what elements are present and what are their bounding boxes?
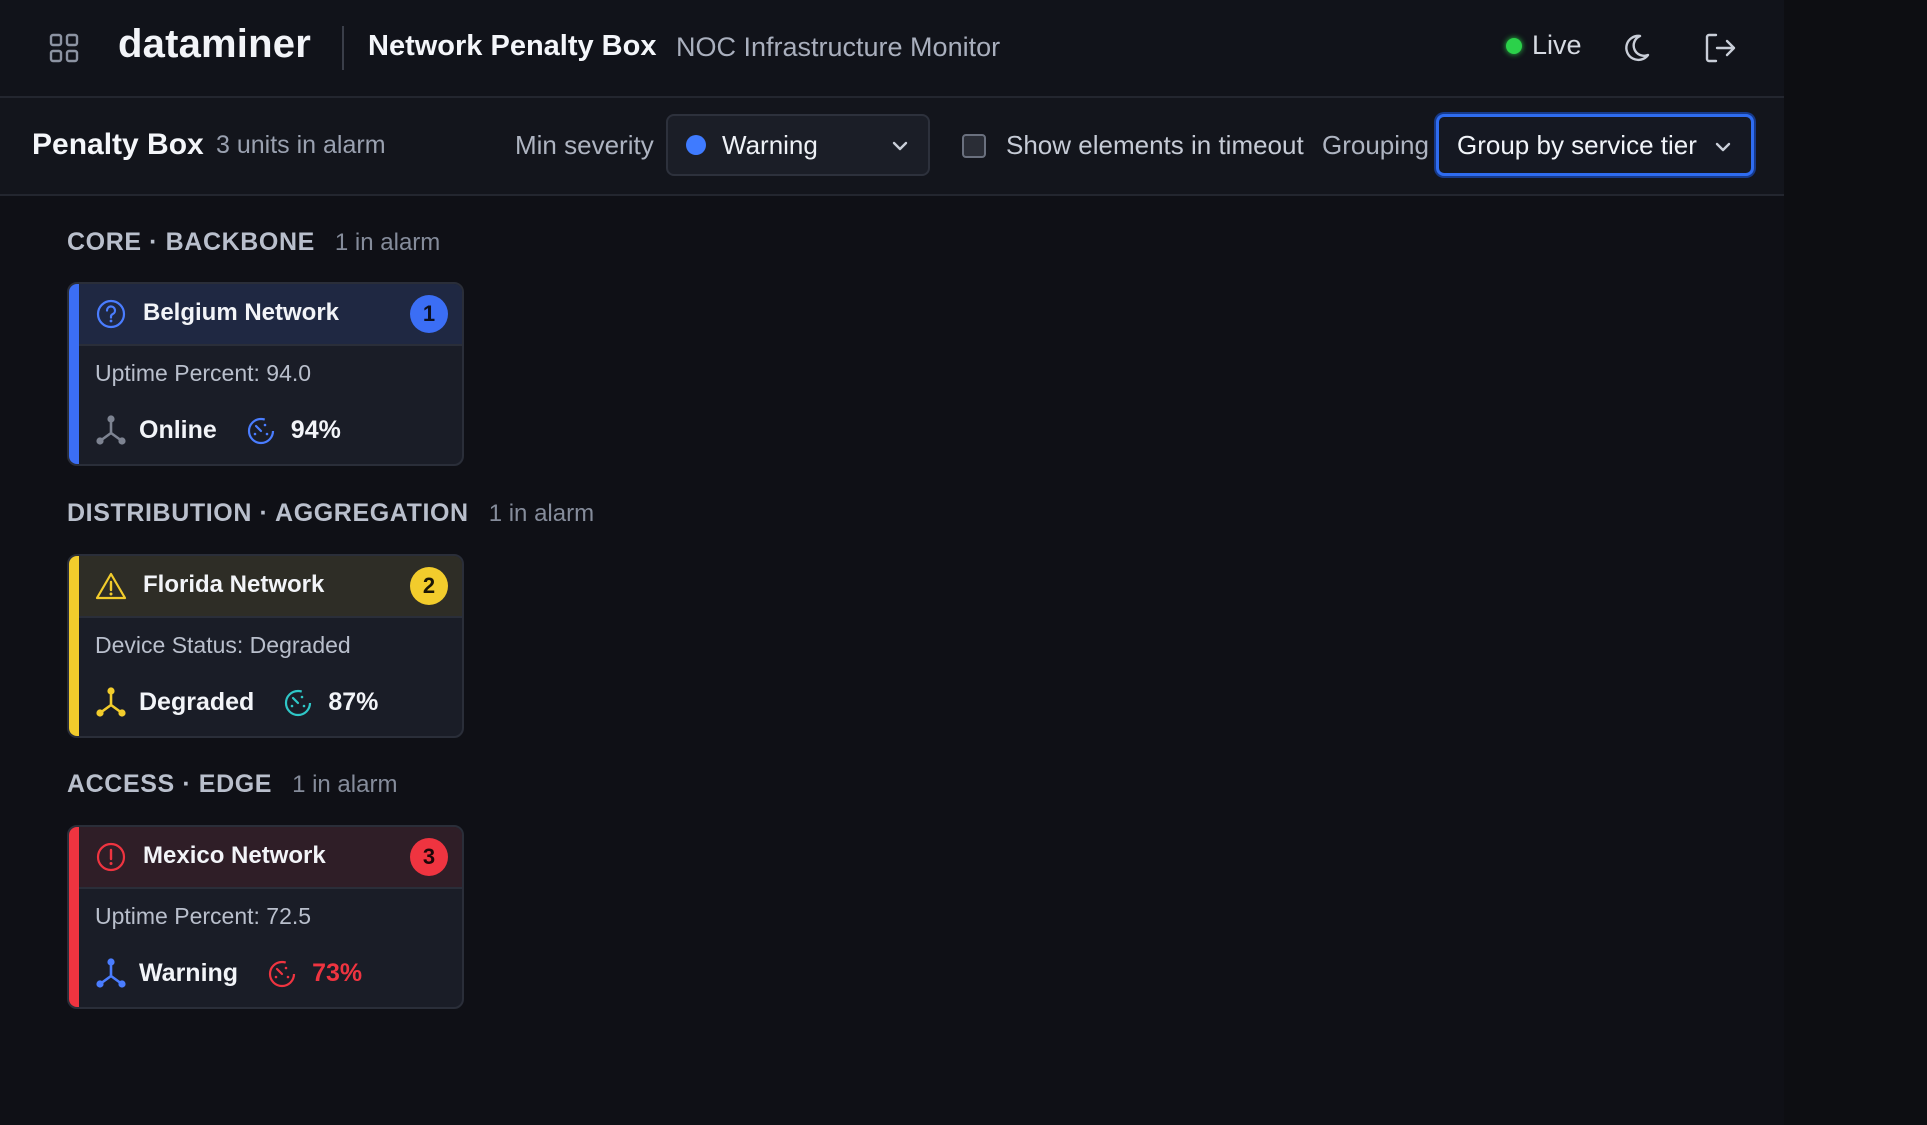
severity-stripe xyxy=(69,556,79,736)
page-margin xyxy=(1784,0,1927,1125)
warning-triangle-icon xyxy=(95,572,127,600)
group-count: 1 in alarm xyxy=(488,500,595,527)
severity-badge: 2 xyxy=(410,567,448,605)
grouping-label: Grouping xyxy=(1322,130,1429,160)
card-uptime-percent: 73% xyxy=(312,958,363,987)
alarm-card[interactable]: Florida Network 2 Device Status: Degrade… xyxy=(67,554,464,738)
card-header: Mexico Network 3 xyxy=(79,827,462,889)
question-circle-icon xyxy=(96,299,126,329)
timeout-checkbox[interactable] xyxy=(962,134,986,158)
card-header: Florida Network 2 xyxy=(79,556,462,618)
header-divider xyxy=(342,26,344,70)
uptime-gauge-icon xyxy=(285,689,312,717)
severity-stripe xyxy=(69,284,79,464)
app-shell: dataminer Network Penalty Box NOC Infras… xyxy=(0,0,1784,1125)
group-header: DISTRIBUTION · AGGREGATION 1 in alarm xyxy=(67,499,594,528)
section-title: Penalty Box xyxy=(32,128,204,161)
card-uptime-percent: 94% xyxy=(290,415,341,444)
severity-label: Min severity xyxy=(515,130,654,160)
card-footer: Degraded 87% xyxy=(95,682,378,722)
group-count: 1 in alarm xyxy=(292,771,398,798)
grouping-select[interactable]: Group by service tier xyxy=(1436,114,1754,176)
filter-toolbar: Penalty Box 3 units in alarm Min severit… xyxy=(0,98,1784,196)
timeout-checkbox-label[interactable]: Show elements in timeout xyxy=(1006,130,1304,161)
group-header: CORE · BACKBONE 1 in alarm xyxy=(67,228,440,257)
severity-value: Warning xyxy=(722,129,818,160)
group-header: ACCESS · EDGE 1 in alarm xyxy=(67,770,397,799)
severity-select[interactable]: Warning xyxy=(666,114,930,176)
brand-logo: dataminer xyxy=(118,22,311,66)
group-title: DISTRIBUTION · AGGREGATION xyxy=(67,499,469,527)
card-status: Online xyxy=(139,415,217,444)
live-dot-icon xyxy=(1506,37,1522,54)
severity-dot-icon xyxy=(686,135,706,155)
card-title: Belgium Network xyxy=(143,299,340,326)
card-metric: Uptime Percent: 72.5 xyxy=(95,903,312,929)
group-count: 1 in alarm xyxy=(334,229,441,256)
chevron-down-icon xyxy=(892,141,908,151)
grouping-value: Group by service tier xyxy=(1457,129,1697,160)
card-metric: Uptime Percent: 94.0 xyxy=(95,360,312,386)
apps-grid-icon[interactable] xyxy=(44,28,84,68)
alarm-card[interactable]: Mexico Network 3 Uptime Percent: 72.5 Wa… xyxy=(67,825,464,1009)
card-metric: Device Status: Degraded xyxy=(95,632,351,658)
card-header: Belgium Network 1 xyxy=(79,284,462,346)
uptime-gauge-icon xyxy=(247,417,274,445)
card-status: Warning xyxy=(139,958,239,987)
card-title: Mexico Network xyxy=(143,842,326,869)
card-footer: Warning 73% xyxy=(95,953,362,993)
uptime-gauge-icon xyxy=(268,960,296,988)
live-indicator: Live xyxy=(1506,30,1582,61)
severity-stripe xyxy=(69,827,79,1007)
card-status: Degraded xyxy=(139,687,255,716)
top-bar: dataminer Network Penalty Box NOC Infras… xyxy=(0,0,1784,98)
severity-badge: 3 xyxy=(410,838,448,876)
severity-badge: 1 xyxy=(410,295,448,333)
alarm-count: 3 units in alarm xyxy=(216,131,386,159)
alarm-card[interactable]: Belgium Network 1 Uptime Percent: 94.0 O… xyxy=(67,282,464,466)
card-uptime-percent: 87% xyxy=(328,687,379,716)
card-title: Florida Network xyxy=(143,571,325,598)
alert-circle-icon xyxy=(96,842,126,872)
moon-icon[interactable] xyxy=(1618,28,1654,68)
topology-icon xyxy=(96,687,126,717)
topology-icon xyxy=(96,415,126,445)
group-title: ACCESS · EDGE xyxy=(67,770,273,798)
topology-icon xyxy=(96,958,126,988)
live-label: Live xyxy=(1532,30,1582,60)
chevron-down-icon xyxy=(1715,142,1731,152)
page-title: Network Penalty Box xyxy=(368,30,657,62)
card-footer: Online 94% xyxy=(95,410,341,450)
logout-icon[interactable] xyxy=(1700,28,1740,68)
page-subtitle: NOC Infrastructure Monitor xyxy=(676,32,1001,62)
group-title: CORE · BACKBONE xyxy=(67,228,315,256)
